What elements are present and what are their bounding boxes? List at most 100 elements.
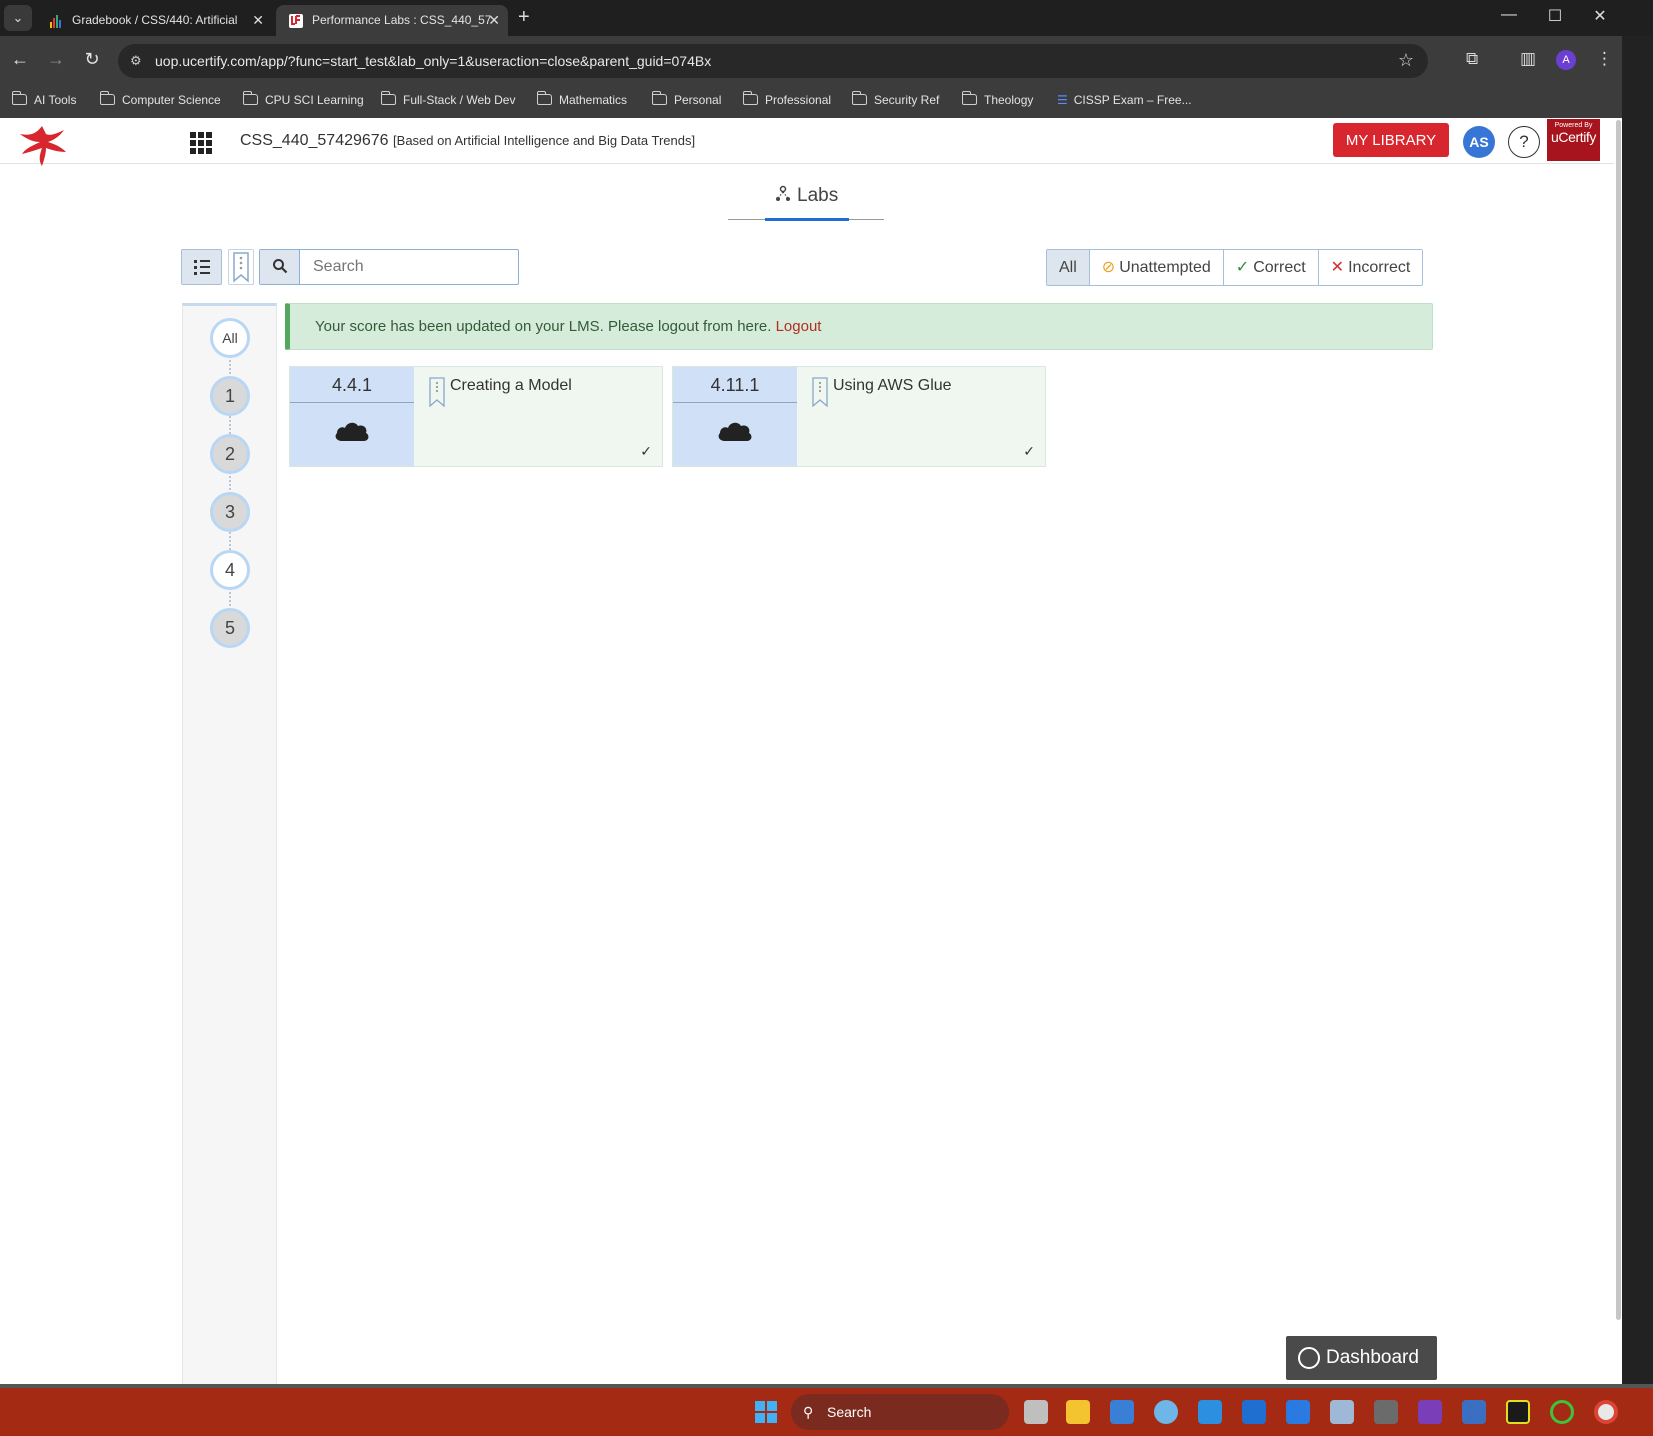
filter-incorrect[interactable]: ✕ Incorrect (1317, 250, 1423, 285)
bookmark-icon[interactable] (811, 377, 829, 407)
lab-number: 4.4.1 (290, 367, 414, 403)
folder-icon (99, 91, 115, 105)
filter-correct[interactable]: ✓ Correct (1222, 250, 1318, 285)
close-tab-icon[interactable]: ✕ (488, 5, 500, 36)
pycharm-icon[interactable] (1506, 1400, 1530, 1424)
cloud-icon (335, 422, 369, 441)
ucertify-brand-logo[interactable]: Powered By uCertify (1547, 119, 1600, 161)
bookmark-icon (233, 252, 249, 283)
search-icon: ⚲ (803, 1404, 814, 1420)
bookmark-cpu-sci-learning[interactable]: CPU SCI Learning (242, 91, 364, 107)
file-explorer-icon[interactable] (1066, 1400, 1090, 1424)
filter-label: Incorrect (1348, 259, 1411, 276)
logout-link[interactable]: Logout (776, 318, 822, 335)
taskbar-search[interactable]: ⚲ Search (791, 1394, 1009, 1430)
folder-icon (380, 91, 396, 105)
chapter-1[interactable]: 1 (210, 376, 250, 416)
bookmark-personal[interactable]: Personal (651, 91, 722, 107)
labs-heading: Labs (728, 182, 884, 221)
folder-icon (11, 91, 27, 105)
gradebook-favicon-icon (50, 15, 61, 28)
lab-card[interactable]: 4.4.1 Creating a Model ✓ (289, 366, 663, 467)
alert-text: Your score has been updated on your LMS.… (315, 318, 772, 335)
search-icon[interactable] (260, 250, 300, 284)
bookmark-label: Theology (984, 93, 1034, 107)
windows-start-icon[interactable] (755, 1401, 777, 1423)
help-icon[interactable]: ? (1508, 126, 1540, 158)
list-icon: ☰ (1057, 93, 1068, 107)
side-panel-icon[interactable]: ▥ (1520, 49, 1536, 69)
bookmark-full-stack[interactable]: Full-Stack / Web Dev (380, 91, 515, 107)
app-eye-icon[interactable] (1154, 1400, 1178, 1424)
app-box-icon[interactable] (1198, 1400, 1222, 1424)
bookmark-mathematics[interactable]: Mathematics (536, 91, 628, 107)
minimize-icon[interactable]: — (1489, 6, 1529, 24)
bookmark-theology[interactable]: Theology (961, 91, 1034, 107)
more-menu-icon[interactable]: ⋮ (1596, 49, 1613, 69)
task-view-icon[interactable] (1024, 1400, 1048, 1424)
filter-label: All (1059, 259, 1077, 276)
lab-title[interactable]: Creating a Model (450, 377, 572, 395)
forward-icon[interactable]: → (44, 49, 68, 70)
app-tool-icon[interactable] (1330, 1400, 1354, 1424)
chapter-2[interactable]: 2 (210, 434, 250, 474)
filter-all[interactable]: All (1047, 250, 1089, 285)
chapter-4[interactable]: 4 (210, 550, 250, 590)
search-input[interactable] (301, 250, 517, 284)
bookmark-security-ref[interactable]: Security Ref (851, 91, 940, 107)
lab-card[interactable]: 4.11.1 Using AWS Glue ✓ (672, 366, 1046, 467)
bookmark-icon[interactable] (428, 377, 446, 407)
heading-underline (765, 218, 849, 221)
dashboard-label: Dashboard (1326, 1347, 1419, 1368)
my-library-button[interactable]: MY LIBRARY (1333, 123, 1449, 157)
phoenix-logo-icon[interactable] (16, 120, 68, 168)
chapter-5[interactable]: 5 (210, 608, 250, 648)
bookmark-label: Personal (674, 93, 722, 107)
close-tab-icon[interactable]: ✕ (252, 5, 264, 36)
dashboard-button[interactable]: Dashboard (1286, 1336, 1437, 1380)
ucertify-favicon-icon (289, 14, 303, 28)
taskbar-search-label: Search (827, 1404, 872, 1420)
bookmark-label: AI Tools (34, 93, 77, 107)
bookmark-professional[interactable]: Professional (742, 91, 831, 107)
app-blue-icon[interactable] (1286, 1400, 1310, 1424)
lab-title[interactable]: Using AWS Glue (833, 377, 952, 395)
url-text[interactable]: uop.ucertify.com/app/?func=start_test&la… (155, 53, 711, 69)
virtualbox-icon[interactable] (1462, 1400, 1486, 1424)
bookmark-computer-science[interactable]: Computer Science (99, 91, 221, 107)
tab-search-button[interactable]: ⌄ (4, 5, 32, 31)
maximize-icon[interactable]: ☐ (1535, 6, 1575, 26)
chrome-icon[interactable] (1594, 1400, 1618, 1424)
close-window-icon[interactable]: ✕ (1580, 6, 1620, 26)
status-filter-group: All ⊘ Unattempted ✓ Correct ✕ Incorrect (1046, 249, 1424, 286)
bookmark-star-icon[interactable]: ☆ (1398, 50, 1414, 71)
lab-card-number-panel: 4.11.1 (673, 367, 797, 466)
chapter-all[interactable]: All (210, 318, 250, 358)
reload-icon[interactable]: ↻ (80, 49, 104, 70)
new-tab-icon[interactable]: + (518, 6, 530, 29)
bookmark-cissp-exam[interactable]: ☰ CISSP Exam – Free... (1057, 93, 1192, 107)
back-icon[interactable]: ← (8, 49, 32, 70)
site-info-icon[interactable]: ⚙ (130, 53, 142, 69)
bookmark-filter-button[interactable] (228, 249, 254, 285)
chapter-3[interactable]: 3 (210, 492, 250, 532)
defender-shield-icon[interactable] (1242, 1400, 1266, 1424)
onenote-icon[interactable] (1418, 1400, 1442, 1424)
page-scrollbar-thumb[interactable] (1616, 120, 1621, 1320)
browser-tab-performance-labs[interactable]: Performance Labs : CSS_440_57 ✕ (276, 5, 508, 36)
browser-tab-gradebook[interactable]: Gradebook / CSS/440: Artificial ✕ (36, 5, 272, 36)
profile-avatar[interactable]: A (1556, 50, 1576, 70)
extensions-icon[interactable]: ⧉ (1466, 49, 1478, 69)
list-view-button[interactable] (181, 249, 222, 285)
bookmark-label: Mathematics (559, 93, 628, 107)
app-ring-icon[interactable] (1550, 1400, 1574, 1424)
apps-grid-icon[interactable] (190, 132, 212, 154)
address-bar[interactable]: ⚙ uop.ucertify.com/app/?func=start_test&… (118, 44, 1428, 78)
bookmark-ai-tools[interactable]: AI Tools (11, 91, 77, 107)
filter-unattempted[interactable]: ⊘ Unattempted (1088, 250, 1223, 285)
app-gray-icon[interactable] (1374, 1400, 1398, 1424)
user-avatar[interactable]: AS (1463, 126, 1495, 158)
folder-icon (242, 91, 258, 105)
bookmark-label: Security Ref (874, 93, 940, 107)
notepad-icon[interactable] (1110, 1400, 1134, 1424)
